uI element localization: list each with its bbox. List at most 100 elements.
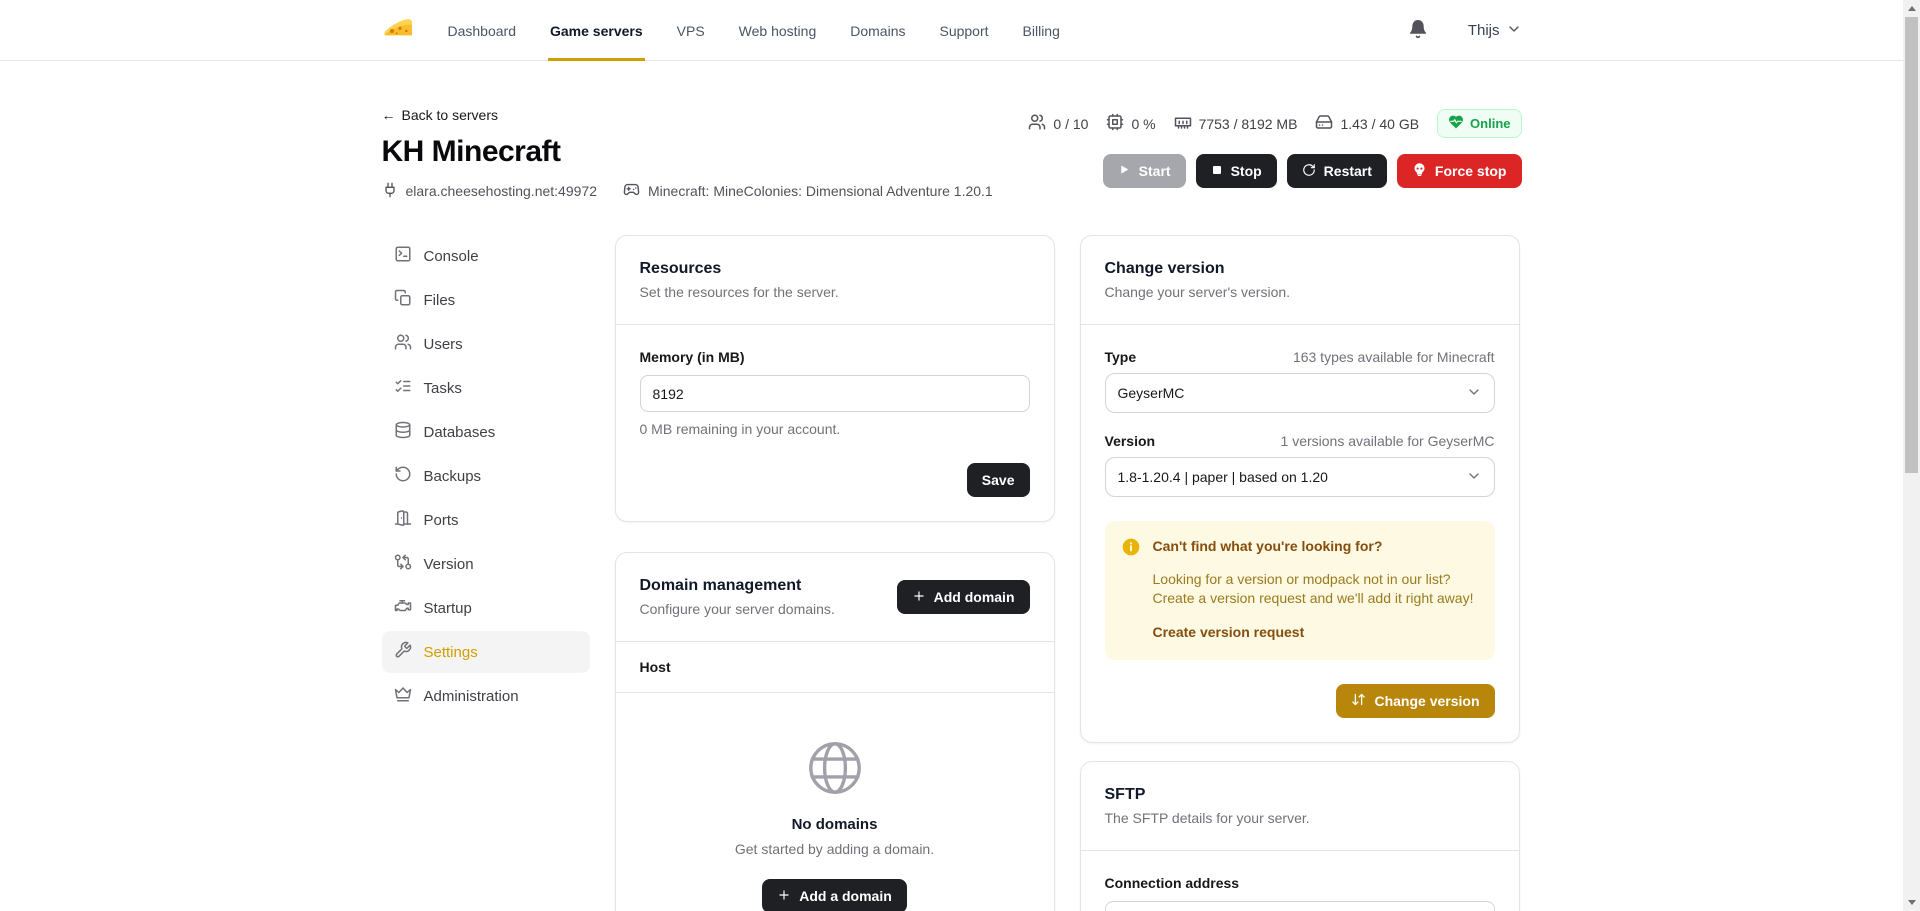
type-hint: 163 types available for Minecraft	[1293, 349, 1495, 365]
server-address-text: elara.cheesehosting.net:49972	[406, 183, 597, 199]
nav-item-domains[interactable]: Domains	[850, 0, 905, 61]
change-version-button[interactable]: Change version	[1336, 684, 1494, 718]
back-to-servers-link[interactable]: ← Back to servers	[382, 107, 498, 123]
crown-icon	[394, 685, 412, 707]
scrollbar[interactable]	[1903, 0, 1920, 911]
no-domains-subtitle: Get started by adding a domain.	[735, 841, 934, 857]
nav-item-vps[interactable]: VPS	[677, 0, 705, 61]
cpu-stat: 0 %	[1106, 113, 1155, 134]
no-domains-title: No domains	[792, 816, 878, 833]
ram-icon	[1174, 113, 1192, 134]
chevron-down-icon	[1466, 468, 1482, 487]
git-compare-icon	[394, 553, 412, 575]
notifications-button[interactable]	[1408, 19, 1428, 42]
cpu-icon	[1106, 113, 1124, 134]
user-menu[interactable]: Thijs	[1468, 21, 1522, 41]
engine-icon	[394, 597, 412, 619]
server-header: ← Back to servers KH Minecraft elara.che…	[382, 107, 993, 201]
type-select[interactable]: GeyserMC	[1105, 373, 1495, 413]
list-checks-icon	[394, 377, 412, 399]
sidebar-item-console[interactable]: Console	[382, 235, 590, 277]
resources-card: Resources Set the resources for the serv…	[615, 235, 1055, 522]
sidebar-item-version[interactable]: Version	[382, 543, 590, 585]
add-a-domain-button[interactable]: Add a domain	[762, 879, 907, 911]
info-icon	[1121, 537, 1141, 562]
sidebar-item-backups[interactable]: Backups	[382, 455, 590, 497]
users-icon	[394, 333, 412, 355]
create-version-request-link[interactable]: Create version request	[1153, 624, 1305, 640]
domain-management-card: Domain management Configure your server …	[615, 552, 1055, 911]
scrollbar-down-arrow[interactable]	[1903, 894, 1920, 911]
scrollbar-up-arrow[interactable]	[1903, 0, 1920, 17]
server-version-text: Minecraft: MineColonies: Dimensional Adv…	[648, 183, 993, 199]
door-icon	[394, 509, 412, 531]
save-button[interactable]: Save	[967, 463, 1030, 497]
server-version-info: Minecraft: MineColonies: Dimensional Adv…	[623, 181, 993, 201]
host-column-header: Host	[616, 642, 1054, 692]
version-select[interactable]: 1.8-1.20.4 | paper | based on 1.20	[1105, 457, 1495, 497]
connection-address-input[interactable]	[1105, 901, 1495, 911]
players-stat: 0 / 10	[1028, 113, 1088, 134]
sidebar-item-files[interactable]: Files	[382, 279, 590, 321]
change-version-title: Change version	[1105, 260, 1495, 278]
sftp-subtitle: The SFTP details for your server.	[1105, 810, 1495, 826]
connection-address-label: Connection address	[1105, 875, 1240, 891]
sidebar-item-ports[interactable]: Ports	[382, 499, 590, 541]
force-stop-button[interactable]: Force stop	[1397, 154, 1522, 188]
server-sidebar: Console Files Users	[382, 235, 590, 719]
play-icon	[1118, 163, 1131, 179]
server-address: elara.cheesehosting.net:49972	[382, 182, 597, 201]
power-actions: Start Stop Restart	[1103, 154, 1522, 188]
sidebar-item-startup[interactable]: Startup	[382, 587, 590, 629]
server-stats: 0 / 10 0 % 7753 / 8192 MB	[1028, 109, 1521, 138]
resources-title: Resources	[640, 260, 1030, 278]
start-button[interactable]: Start	[1103, 154, 1186, 188]
database-icon	[394, 421, 412, 443]
disk-icon	[1315, 113, 1333, 134]
cheese-logo-icon	[382, 12, 414, 49]
memory-help-text: 0 MB remaining in your account.	[640, 421, 1030, 437]
bell-icon	[1408, 19, 1428, 42]
chevron-down-icon	[1506, 21, 1522, 41]
players-icon	[1028, 113, 1046, 134]
skull-icon	[1412, 162, 1427, 180]
memory-input[interactable]	[640, 375, 1030, 412]
nav-item-support[interactable]: Support	[939, 0, 988, 61]
add-domain-button[interactable]: Add domain	[897, 580, 1030, 614]
change-version-subtitle: Change your server's version.	[1105, 284, 1495, 300]
brand-logo[interactable]	[382, 12, 414, 49]
plug-icon	[382, 182, 398, 201]
sidebar-item-settings[interactable]: Settings	[382, 631, 590, 673]
scrollbar-thumb[interactable]	[1905, 17, 1918, 473]
version-label: Version	[1105, 433, 1156, 449]
gamepad-icon	[623, 181, 640, 201]
sidebar-item-tasks[interactable]: Tasks	[382, 367, 590, 409]
nav-item-web-hosting[interactable]: Web hosting	[739, 0, 817, 61]
notice-body: Looking for a version or modpack not in …	[1153, 570, 1479, 608]
plus-icon	[912, 589, 926, 606]
back-label: Back to servers	[402, 107, 498, 123]
sidebar-item-administration[interactable]: Administration	[382, 675, 590, 717]
sidebar-item-databases[interactable]: Databases	[382, 411, 590, 453]
nav-item-billing[interactable]: Billing	[1023, 0, 1060, 61]
memory-label: Memory (in MB)	[640, 349, 745, 365]
top-navbar: Dashboard Game servers VPS Web hosting D…	[0, 0, 1903, 61]
arrow-left-icon: ←	[382, 107, 396, 123]
sidebar-item-users[interactable]: Users	[382, 323, 590, 365]
arrow-down-up-icon	[1351, 692, 1366, 710]
domains-empty-state: No domains Get started by adding a domai…	[616, 693, 1054, 911]
status-badge: Online	[1437, 109, 1521, 138]
sftp-card: SFTP The SFTP details for your server. C…	[1080, 761, 1520, 911]
nav-item-dashboard[interactable]: Dashboard	[448, 0, 517, 61]
globe-icon	[806, 739, 864, 802]
user-name: Thijs	[1468, 22, 1500, 39]
stop-square-icon	[1211, 163, 1223, 179]
history-icon	[394, 465, 412, 487]
domains-subtitle: Configure your server domains.	[640, 601, 835, 617]
restart-button[interactable]: Restart	[1287, 154, 1387, 188]
files-icon	[394, 289, 412, 311]
wrench-icon	[394, 641, 412, 663]
nav-item-game-servers[interactable]: Game servers	[550, 0, 643, 61]
sftp-title: SFTP	[1105, 786, 1495, 804]
stop-button[interactable]: Stop	[1196, 154, 1277, 188]
